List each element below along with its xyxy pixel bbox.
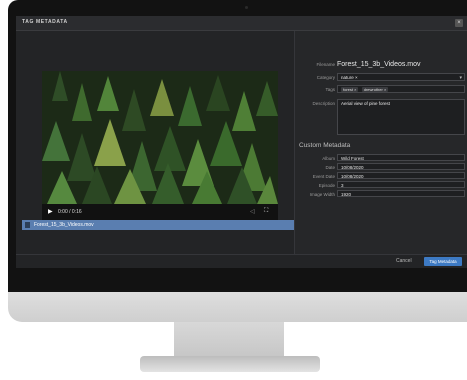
volume-icon[interactable]: ◁: [250, 208, 255, 215]
tags-input[interactable]: forest × drewrother ×: [337, 85, 465, 93]
event-date-value: 10/08/2020: [341, 174, 364, 179]
time-display: 0:00 / 0:16: [58, 209, 82, 215]
date-value: 10/08/2020: [341, 165, 364, 170]
event-date-label: Event Date: [312, 174, 335, 179]
image-width-label: Image Width: [309, 192, 335, 197]
metadata-pane: Filename Forest_15_3b_Videos.mov Categor…: [294, 31, 467, 254]
close-icon: ×: [457, 20, 461, 26]
album-label: Album: [322, 156, 335, 161]
category-label: Category: [316, 75, 335, 80]
file-name: Forest_15_3b_Videos.mov: [34, 222, 94, 228]
close-button[interactable]: ×: [455, 19, 463, 27]
video-frame: [42, 71, 278, 204]
description-value: Aerial view of pine forest: [341, 101, 391, 106]
tag-chip[interactable]: drewrother ×: [361, 87, 389, 92]
play-icon[interactable]: ▶: [48, 208, 53, 215]
description-label: Description: [312, 101, 335, 106]
monitor-chin: [8, 292, 467, 322]
tags-label: Tags: [325, 87, 335, 92]
video-player[interactable]: ▶ 0:00 / 0:16 ◁ ⛶: [42, 71, 278, 227]
category-select[interactable]: nature × ▾: [337, 73, 465, 81]
event-date-field[interactable]: 10/08/2020: [337, 172, 465, 179]
date-label: Date: [325, 165, 335, 170]
album-value: Wild Forest: [341, 156, 364, 161]
fullscreen-icon[interactable]: ⛶: [264, 208, 268, 215]
filename-label: Filename: [316, 62, 335, 67]
screen: TAG METADATA × ▶ 0:00 / 0:16 ◁ ⛶ Forest_…: [16, 16, 467, 268]
date-field[interactable]: 10/08/2020: [337, 163, 465, 170]
image-width-value: 1920: [341, 192, 352, 197]
webcam: [245, 6, 248, 9]
episode-field[interactable]: 3: [337, 181, 465, 188]
tag-metadata-button[interactable]: Tag Metadata: [424, 257, 462, 266]
dialog-titlebar: TAG METADATA ×: [16, 16, 467, 31]
chevron-down-icon: ▾: [459, 75, 462, 81]
image-width-field[interactable]: 1920: [337, 190, 465, 197]
cancel-button[interactable]: Cancel: [396, 258, 412, 264]
album-field[interactable]: Wild Forest: [337, 154, 465, 161]
custom-metadata-heading: Custom Metadata: [299, 142, 351, 149]
monitor-stand-foot: [140, 356, 320, 372]
tag-chip[interactable]: forest ×: [341, 87, 359, 92]
dialog-footer: Cancel Tag Metadata: [16, 254, 467, 268]
filename-value: Forest_15_3b_Videos.mov: [337, 61, 421, 68]
description-textarea[interactable]: Aerial view of pine forest: [337, 99, 465, 135]
preview-pane: ▶ 0:00 / 0:16 ◁ ⛶ Forest_15_3b_Videos.mo…: [16, 31, 294, 254]
dialog-title: TAG METADATA: [22, 19, 68, 25]
file-list-item[interactable]: Forest_15_3b_Videos.mov: [22, 220, 294, 230]
file-icon: [25, 222, 30, 228]
category-value: nature ×: [341, 75, 358, 80]
episode-value: 3: [341, 183, 344, 188]
episode-label: Episode: [318, 183, 335, 188]
